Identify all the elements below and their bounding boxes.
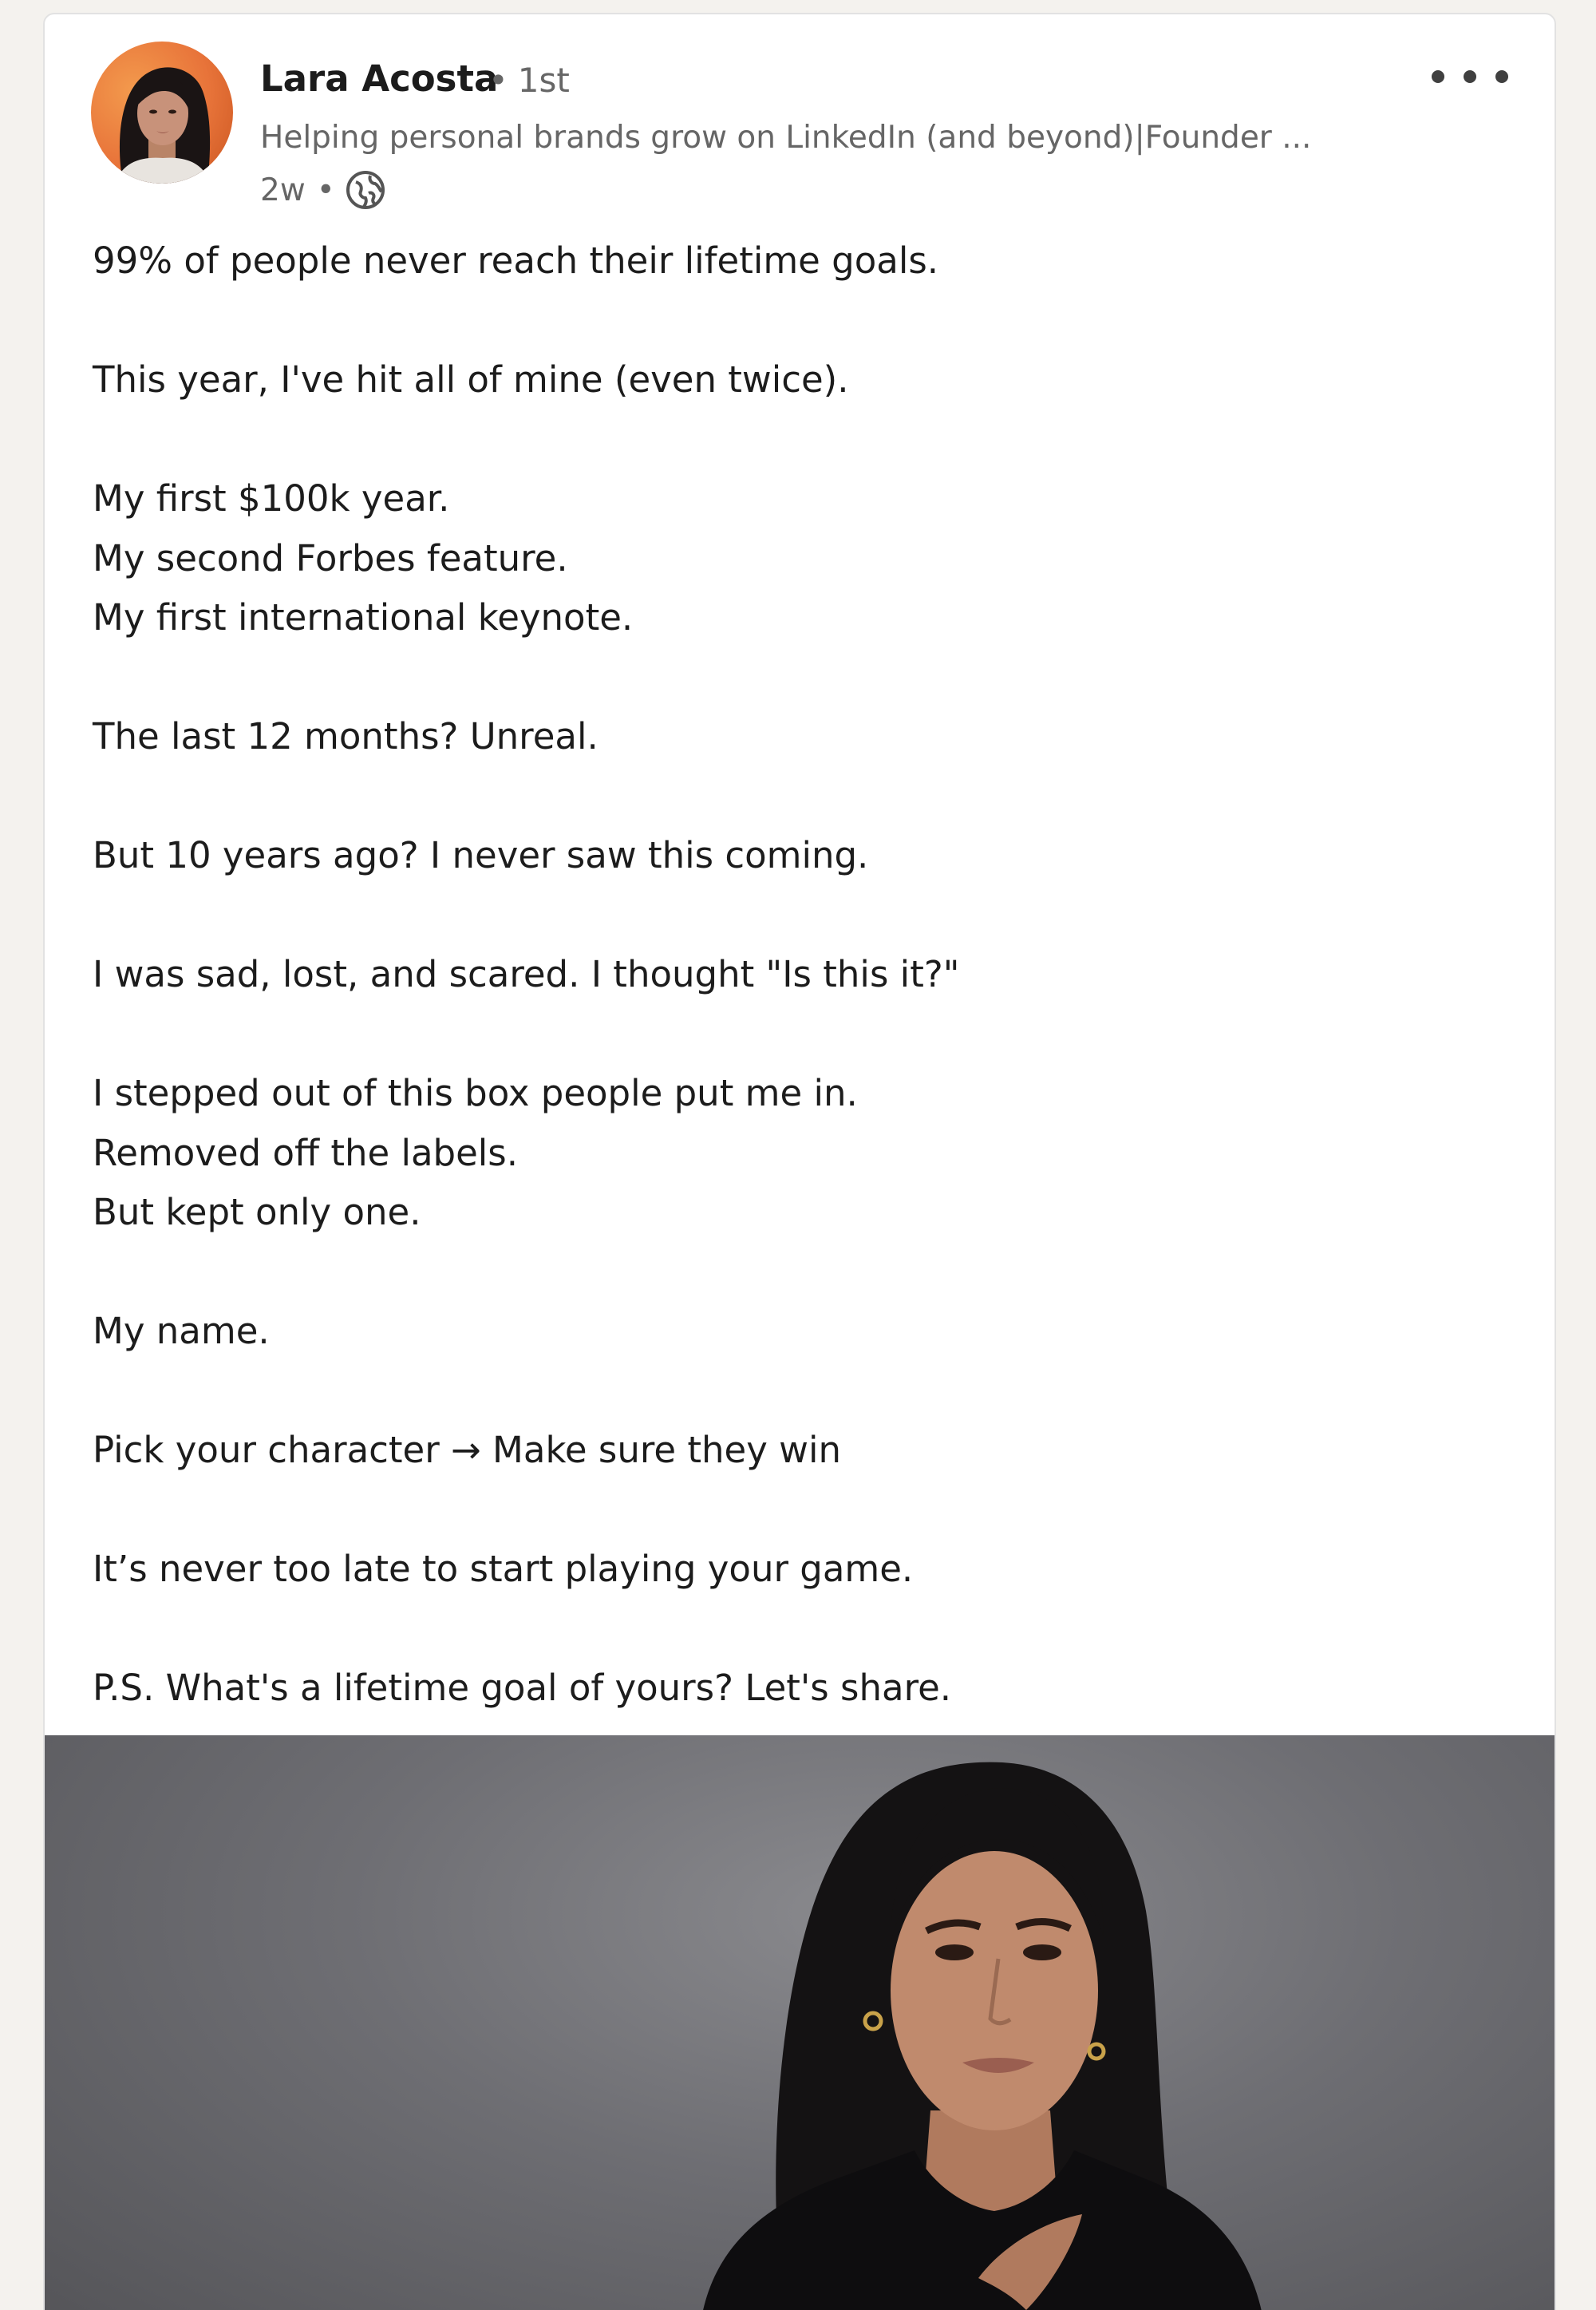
post-line: My first international keynote. (93, 596, 634, 639)
author-headline[interactable]: Helping personal brands grow on LinkedIn… (260, 120, 1401, 156)
author-avatar[interactable] (91, 42, 233, 184)
avatar-portrait (115, 67, 211, 184)
post-line: The last 12 months? Unreal. (93, 715, 598, 757)
post-line: But 10 years ago? I never saw this comin… (93, 834, 869, 876)
author-name[interactable]: Lara Acosta (260, 57, 498, 100)
globe-icon (345, 169, 386, 211)
post-line: My second Forbes feature. (93, 536, 568, 579)
post-line: This year, I've hit all of mine (even tw… (93, 358, 849, 401)
more-options-button[interactable] (1432, 61, 1508, 93)
post-line: Pick your character → Make sure they win (93, 1429, 841, 1471)
feed-page: Lara Acosta • 1st Helping personal brands… (0, 0, 1596, 2310)
post-meta: 2w • (260, 169, 386, 211)
post-text: 99% of people never reach their lifetime… (93, 231, 1513, 1719)
post-line: But kept only one. (93, 1191, 421, 1233)
ellipsis-icon (1432, 70, 1444, 83)
post-line: I stepped out of this box people put me … (93, 1072, 858, 1114)
post-line: My name. (93, 1310, 270, 1352)
post-line: P.S. What's a lifetime goal of yours? Le… (93, 1667, 952, 1709)
degree-label: 1st (517, 61, 570, 100)
separator-dot: • (316, 172, 335, 208)
post-line: 99% of people never reach their lifetime… (93, 239, 939, 282)
post-line: It’s never too late to start playing you… (93, 1548, 914, 1590)
ellipsis-icon (1495, 70, 1508, 83)
connection-degree: • 1st (488, 61, 570, 100)
ellipsis-icon (1464, 70, 1476, 83)
portrait-photo (703, 1762, 1262, 2310)
post-line: Removed off the labels. (93, 1131, 519, 1174)
post-image[interactable] (45, 1735, 1555, 2310)
post-card: Lara Acosta • 1st Helping personal brands… (43, 13, 1556, 2310)
post-time[interactable]: 2w (260, 172, 306, 208)
post-line: My first $100k year. (93, 477, 450, 520)
separator-dot: • (488, 61, 508, 100)
post-line: I was sad, lost, and scared. I thought "… (93, 953, 960, 995)
